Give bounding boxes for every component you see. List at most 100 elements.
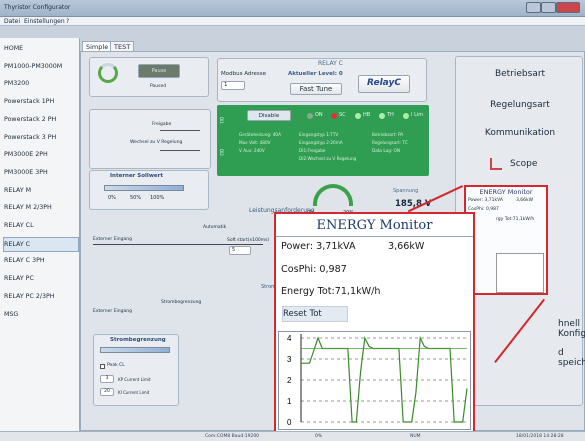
sidebar-item-relay-cl[interactable]: RELAY CL [4, 219, 80, 234]
title-underline [276, 236, 473, 237]
kp-input[interactable]: 3 [100, 375, 114, 383]
peak-cl-checkbox[interactable] [100, 364, 105, 369]
config-col-3: Betriebsart: PA Regelungsart: TC Data Lo… [372, 131, 408, 155]
automatik-label: Automatik [203, 225, 227, 230]
sidebar-item-home[interactable]: HOME [4, 42, 80, 57]
sidebar-item-pm3200[interactable]: PM3200 [4, 77, 80, 92]
strombegr-panel: Strombegrenzung Peak CL 3 KP Current Lim… [93, 334, 179, 406]
strombegr-label: Strombegrenzung [161, 300, 202, 305]
sidebar-item-relay-pc-2-3ph[interactable]: RELAY PC 2/3PH [4, 290, 80, 305]
extern-line [93, 244, 263, 245]
y-tick-label: 2 [287, 376, 292, 385]
menu-einstellungen[interactable]: Einstellungen [24, 18, 65, 25]
strombegr-ext-label: Externer Eingang [93, 309, 132, 314]
brand-logo: RelayC [358, 75, 410, 93]
power-kw-value: 3,66kW [388, 241, 425, 252]
small-plot [496, 253, 544, 293]
reset-total-button[interactable]: Reset Tot [282, 306, 348, 322]
current-level-label: Aktueller Level: 0 [288, 71, 343, 77]
sidebar-item-powerstack-1ph[interactable]: Powerstack 1PH [4, 95, 80, 110]
softstart-label: Soft start(x100ms) [227, 238, 270, 243]
kommunikation-button[interactable]: Kommunikation [456, 128, 584, 138]
di1-label: DI1 [219, 117, 224, 124]
sidebar: HOME PM1000-PM3000M PM3200 Powerstack 1PH Po… [0, 38, 80, 438]
sidebar-item-powerstack-2-ph[interactable]: Powerstack 2 PH [4, 113, 80, 128]
menu-help[interactable]: ? [66, 18, 69, 25]
status-progress: 0% [315, 434, 323, 439]
sidebar-item-pm3000e-3ph[interactable]: PM3000E 3PH [4, 166, 80, 181]
sidebar-item-relay-c[interactable]: RELAY C [3, 236, 79, 252]
minimize-button[interactable] [526, 2, 541, 13]
y-tick-label: 1 [287, 397, 292, 406]
freigabe-switch[interactable] [160, 130, 200, 131]
gauge-title: Spannung [393, 188, 419, 194]
sollwert-panel: Interner Sollwert 0% 50% 100% [89, 170, 209, 210]
small-etot: rgy Tot:71,1kW/h [496, 217, 535, 222]
ki-label: KI Current Limit [118, 390, 150, 395]
window-title: Thyristor Configurator [4, 4, 71, 11]
status-led-label: ON [315, 112, 323, 118]
small-power: Power: 3,71kVA [468, 198, 503, 203]
voltage-gauge [313, 184, 353, 206]
config-line: Max Volt: 480V [239, 140, 271, 145]
extern-eingang-label: Externer Eingang [93, 237, 132, 242]
sollwert-slider[interactable] [104, 185, 184, 191]
wechsel-switch[interactable] [160, 150, 200, 151]
cosphi-value: CosPhi: 0,987 [281, 264, 347, 275]
scope-button[interactable]: Scope [510, 159, 537, 169]
small-energy-monitor[interactable]: ENERGY Monitor Power: 3,71kVA 3,66kW Cos… [464, 185, 548, 295]
config-line: V Aux: 240V [239, 148, 265, 153]
small-energy-title: ENERGY Monitor [479, 188, 533, 196]
y-tick-label: 3 [287, 355, 292, 364]
section-title: RELAY C [318, 60, 343, 67]
regelungsart-button[interactable]: Regelungsart [456, 100, 584, 110]
plot-svg: 0 1 2 3 4 [287, 334, 468, 427]
disable-button[interactable]: Disable [247, 110, 291, 121]
energy-total-value: Energy Tot:71,1kW/h [281, 286, 381, 297]
sidebar-item-powerstack-3-ph[interactable]: Powerstack 3 PH [4, 131, 80, 146]
speichern-button[interactable]: d speichern [558, 348, 585, 368]
config-col-1: Geräteleistung: 40A Max Volt: 480V V Aux… [239, 131, 281, 155]
sidebar-item-pm3000e-2ph[interactable]: PM3000E 2PH [4, 148, 80, 163]
sidebar-item-msg[interactable]: MSG [4, 308, 80, 323]
config-line: DI1:Freigabe [299, 148, 326, 153]
fast-tune-button[interactable]: Fast Tune [290, 83, 342, 95]
y-tick-label: 4 [287, 334, 292, 343]
sidebar-item-relay-m-2-3ph[interactable]: RELAY M 2/3PH [4, 201, 80, 216]
config-line: Eingangstyp 1:TTV [299, 132, 339, 137]
status-port: Com:COM8 Baud:19200 [205, 434, 260, 439]
sidebar-item-relay-c-3ph[interactable]: RELAY C 3PH [4, 254, 80, 269]
pause-button[interactable]: Pause [138, 64, 180, 78]
softstart-input[interactable]: 5 [229, 246, 251, 255]
close-button[interactable] [556, 2, 580, 13]
sidebar-item-relay-m[interactable]: RELAY M [4, 184, 80, 199]
schnell-konfig-button[interactable]: hnell Konfig. [558, 319, 585, 339]
modbus-address-input[interactable]: 1 [221, 81, 245, 90]
wechsel-label: Wechsel zu V Regelung [130, 140, 183, 145]
config-col-2: Eingangstyp 1:TTV Eingangstyp 2:20mA DI1… [299, 131, 356, 163]
slider-tick-100: 100% [150, 195, 165, 201]
di2-label: DI2 [219, 149, 224, 156]
status-led-icon [403, 113, 409, 119]
config-line: DI2:Wechsel zu V Regelung [299, 156, 357, 161]
ki-input[interactable]: 20 [100, 388, 114, 396]
strombegr-title: Strombegrenzung [110, 337, 166, 343]
header-panel: RELAY C Modbus Adresse 1 Aktueller Level… [217, 58, 427, 102]
betriebsart-button[interactable]: Betriebsart [456, 69, 584, 79]
status-led-label: HB [363, 112, 371, 118]
y-tick-label: 0 [287, 418, 292, 427]
sidebar-item-relay-pc[interactable]: RELAY PC [4, 272, 80, 287]
config-line: Data Log: ON [372, 148, 400, 153]
scope-icon [490, 158, 502, 170]
power-knob-icon [98, 63, 118, 83]
status-led-icon [379, 113, 385, 119]
maximize-button[interactable] [541, 2, 556, 13]
status-bar: Com:COM8 Baud:19200 0% NUM 18/01/2018 14… [0, 431, 585, 441]
slider-tick-50: 50% [130, 195, 142, 201]
small-power-kw: 3,66kW [516, 198, 534, 203]
strombegr-slider[interactable] [100, 347, 170, 353]
sidebar-item-pm1000-pm3000m[interactable]: PM1000-PM3000M [4, 60, 80, 75]
status-led-icon [307, 113, 313, 119]
config-line: Eingangstyp 2:20mA [299, 140, 343, 145]
menu-datei[interactable]: Datei [4, 18, 20, 25]
